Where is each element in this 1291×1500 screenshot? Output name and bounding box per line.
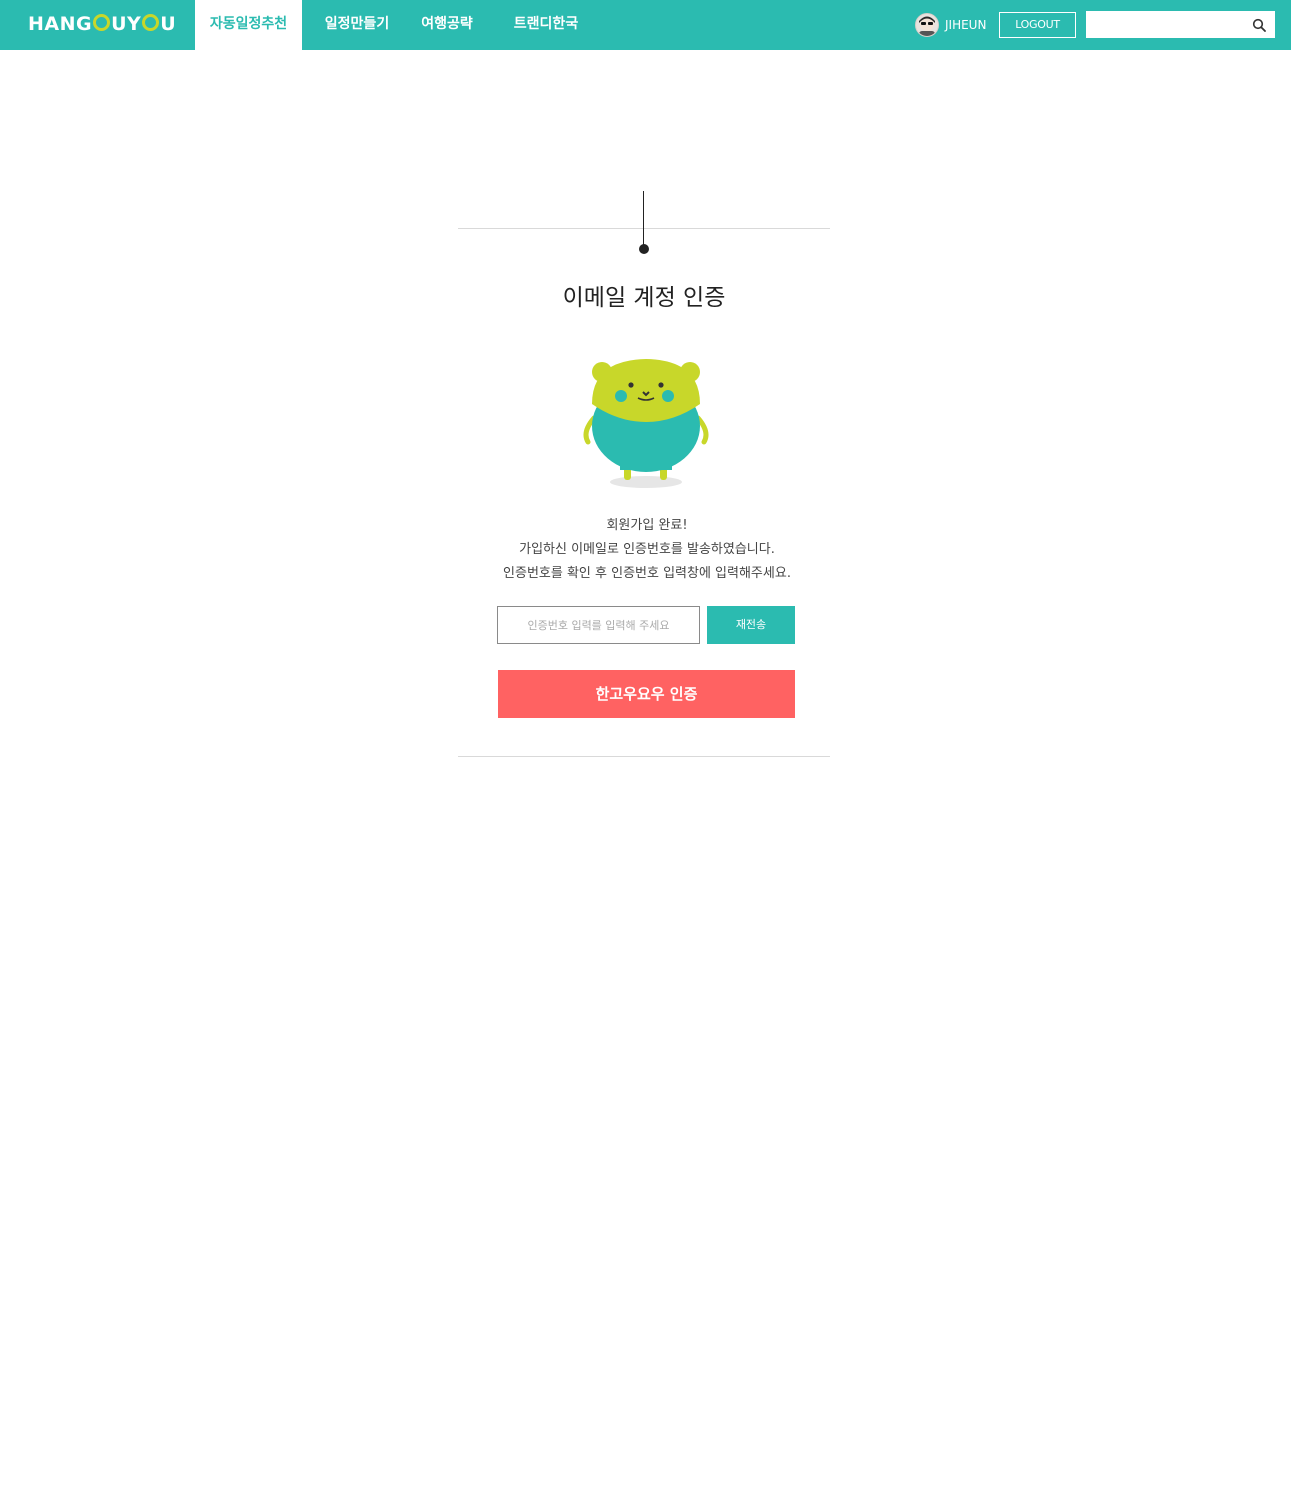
- logo[interactable]: HANG UY U: [28, 12, 176, 36]
- nav-item-create-schedule[interactable]: 일정만들기: [322, 0, 392, 50]
- nav-item-auto-schedule[interactable]: 자동일정추천: [195, 0, 302, 50]
- avatar: [915, 13, 939, 37]
- message-line: 회원가입 완료!: [606, 518, 688, 533]
- nav-item-trendy-korea[interactable]: 트랜디한국: [511, 0, 581, 50]
- search-box: [1086, 11, 1275, 38]
- logo-text-mid: UY: [111, 13, 142, 35]
- search-input[interactable]: [1086, 11, 1246, 38]
- mascot-bear-icon: [583, 359, 709, 488]
- top-divider: [458, 228, 830, 229]
- resend-button[interactable]: 재전송: [707, 606, 795, 644]
- pin-stem: [643, 191, 644, 247]
- logout-button[interactable]: LOGOUT: [999, 12, 1076, 38]
- verification-code-input[interactable]: [497, 606, 700, 644]
- message-line: 가입하신 이메일로 인증번호를 발송하였습니다.: [519, 542, 775, 557]
- bottom-divider: [458, 756, 830, 757]
- nav-item-travel-guide[interactable]: 여행공략: [417, 0, 477, 50]
- page-title: 이메일 계정 인증: [562, 285, 726, 311]
- signup-message: 회원가입 완료! 가입하신 이메일로 인증번호를 발송하였습니다. 인증번호를 …: [458, 514, 836, 586]
- logo-text-end: U: [160, 13, 177, 35]
- user-name: JIHEUN: [945, 18, 987, 32]
- message-line: 인증번호를 확인 후 인증번호 입력창에 입력해주세요.: [503, 566, 791, 581]
- verify-button[interactable]: 한고우요우 인증: [498, 670, 795, 718]
- pin-dot: [639, 244, 649, 254]
- logo-o-icon: [142, 14, 160, 31]
- search-icon[interactable]: [1252, 18, 1266, 32]
- logo-o-icon: [93, 14, 111, 31]
- top-header: HANG UY U 자동일정추천 일정만들기 여행공략 트랜디한국 JIHEUN L…: [0, 0, 1291, 50]
- logo-text-start: HANG: [28, 13, 93, 35]
